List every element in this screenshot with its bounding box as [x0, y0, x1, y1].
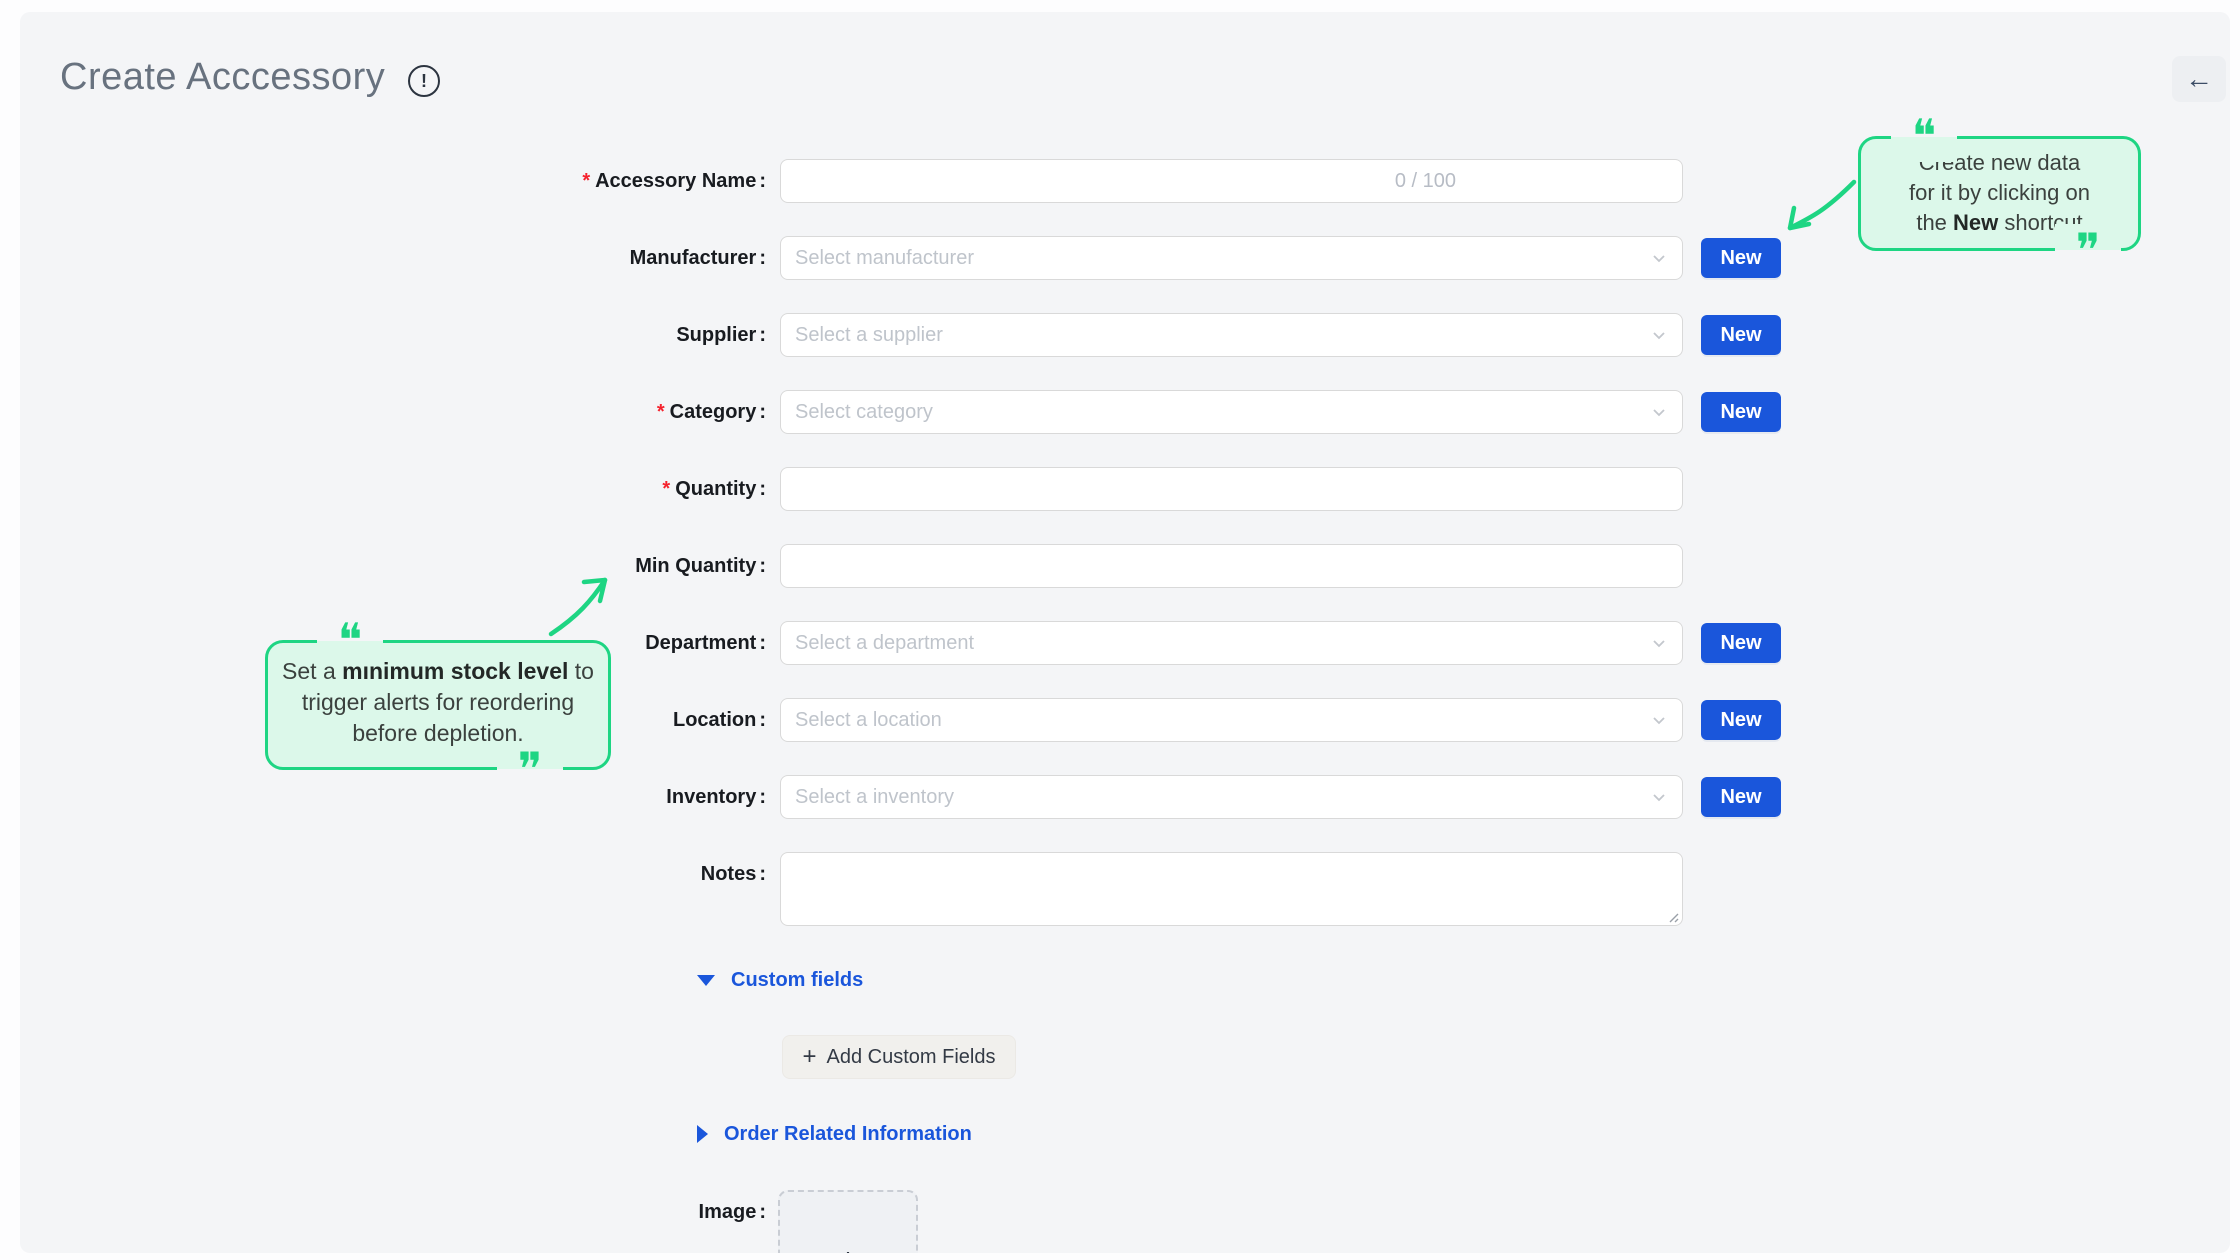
- quantity-label: * Quantity:: [662, 478, 766, 500]
- inventory-select[interactable]: Select a inventory: [780, 775, 1683, 819]
- supplier-label: Supplier:: [676, 324, 766, 346]
- required-marker: *: [656, 401, 665, 423]
- accessory-name-label: * Accessory Name:: [582, 170, 766, 192]
- manufacturer-label: Manufacturer:: [629, 247, 766, 269]
- order-related-information-section-toggle[interactable]: Order Related Information: [697, 1122, 972, 1146]
- chevron-down-icon: [1650, 634, 1668, 652]
- chevron-down-icon: [1650, 788, 1668, 806]
- supplier-new-button[interactable]: New: [1701, 315, 1781, 355]
- manufacturer-new-button[interactable]: New: [1701, 238, 1781, 278]
- supplier-select[interactable]: Select a supplier: [780, 313, 1683, 357]
- content-card: Create Acccessory ! ← * Accessory Name: 0…: [20, 12, 2230, 1253]
- manufacturer-select[interactable]: Select manufacturer: [780, 236, 1683, 280]
- add-custom-fields-button[interactable]: + Add Custom Fields: [782, 1035, 1016, 1079]
- open-quote-icon: ❝: [317, 614, 383, 666]
- caret-down-icon: [697, 974, 715, 986]
- custom-fields-section-toggle[interactable]: Custom fields: [697, 968, 863, 992]
- quantity-input[interactable]: [780, 467, 1683, 511]
- department-select[interactable]: Select a department: [780, 621, 1683, 665]
- exclamation-circle-icon[interactable]: !: [408, 65, 440, 97]
- add-custom-fields-label: Add Custom Fields: [826, 1045, 996, 1068]
- plus-icon: +: [802, 1043, 817, 1070]
- chevron-down-icon: [1650, 403, 1668, 421]
- open-quote-icon: ❝: [1891, 110, 1957, 162]
- arrow-to-new-button: [1787, 179, 1857, 231]
- location-new-button[interactable]: New: [1701, 700, 1781, 740]
- chevron-down-icon: [1650, 711, 1668, 729]
- back-button[interactable]: ←: [2172, 56, 2226, 102]
- char-counter: 0 / 100: [1394, 170, 1456, 192]
- notes-textarea[interactable]: [780, 852, 1683, 926]
- page-title: Create Acccessory: [60, 56, 386, 98]
- min-quantity-label: Min Quantity:: [635, 555, 766, 577]
- category-label: * Category:: [656, 401, 766, 423]
- inventory-new-button[interactable]: New: [1701, 777, 1781, 817]
- order-related-information-label: Order Related Information: [724, 1122, 972, 1145]
- notes-label: Notes:: [700, 863, 766, 885]
- plus-icon: +: [839, 1243, 857, 1253]
- caret-right-icon: [697, 1125, 708, 1143]
- department-new-button[interactable]: New: [1701, 623, 1781, 663]
- image-upload-dropzone[interactable]: +: [778, 1190, 918, 1253]
- required-marker: *: [582, 170, 591, 192]
- close-quote-icon: ❞: [497, 743, 563, 795]
- custom-fields-section-label: Custom fields: [731, 968, 864, 991]
- chevron-down-icon: [1650, 249, 1668, 267]
- chevron-down-icon: [1650, 326, 1668, 344]
- image-label: Image:: [698, 1201, 766, 1223]
- location-select[interactable]: Select a location: [780, 698, 1683, 742]
- arrow-left-icon: ←: [2185, 63, 2213, 94]
- exclamation-glyph: !: [421, 71, 427, 91]
- required-marker: *: [662, 478, 671, 500]
- category-select[interactable]: Select category: [780, 390, 1683, 434]
- close-quote-icon: ❞: [2055, 224, 2121, 276]
- min-quantity-input[interactable]: [780, 544, 1683, 588]
- category-new-button[interactable]: New: [1701, 392, 1781, 432]
- accessory-name-input[interactable]: [780, 159, 1683, 203]
